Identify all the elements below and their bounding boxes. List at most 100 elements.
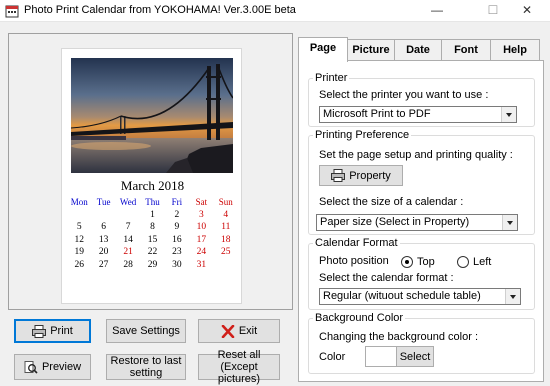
select-color-label: Select (399, 350, 431, 363)
property-button[interactable]: Property (319, 165, 403, 186)
calendar-day-cell: 9 (174, 222, 180, 232)
calendar-page-preview: March 2018 Mon Tue Wed Thu Fri Sat Sun 1 2 3 4 5 6 7 8… (61, 48, 242, 304)
calendar-format-group-label: Calendar Format (315, 237, 398, 249)
photo-position-left-radio[interactable] (457, 256, 469, 268)
print-button[interactable]: Print (14, 319, 91, 343)
weekday-header: Sun (218, 197, 233, 207)
calendar-preview-panel: March 2018 Mon Tue Wed Thu Fri Sat Sun 1 2 3 4 5 6 7 8… (8, 33, 293, 310)
reset-all-button[interactable]: Reset all (Except pictures) (198, 349, 280, 385)
printer-prompt: Select the printer you want to use : (319, 89, 489, 101)
calendar-day-cell: 30 (172, 259, 182, 270)
chevron-down-icon (505, 289, 520, 304)
page-setup-prompt: Set the page setup and printing quality … (319, 149, 513, 161)
page-tab-panel: Printer Select the printer you want to u… (298, 60, 544, 382)
tab-page[interactable]: Page (298, 37, 348, 62)
calendar-month-title: March 2018 (120, 178, 185, 193)
calendar-day-cell: 4 (223, 209, 229, 220)
calendar-day-cell (91, 210, 115, 220)
save-settings-label: Save Settings (112, 325, 180, 337)
calendar-day-cell: 6 (101, 222, 106, 232)
tab-help[interactable]: Help (490, 39, 540, 61)
magnifier-icon (24, 360, 38, 374)
photo-position-top-label: Top (417, 256, 435, 268)
calendar-day-cell (116, 210, 140, 220)
photo-position-label: Photo position (319, 255, 389, 267)
print-button-label: Print (50, 325, 73, 337)
weekday-header: Thu (145, 197, 160, 207)
printer-group-label: Printer (315, 72, 348, 84)
calendar-day-cell: 2 (174, 209, 180, 220)
restore-button-label: Restore to last setting (110, 355, 182, 379)
calendar-format-prompt: Select the calendar format : (319, 272, 454, 284)
calendar-day-cell: 25 (221, 247, 231, 257)
calendar-size-value: Paper size (Select in Property) (320, 216, 470, 228)
reset-all-button-label: Reset all (Except pictures) (217, 349, 261, 385)
photo-position-top-radio[interactable] (401, 256, 413, 268)
printer-icon (331, 169, 346, 182)
calendar-day-cell: 5 (76, 222, 82, 232)
calendar-photo[interactable] (71, 58, 233, 173)
chevron-down-icon (501, 107, 516, 122)
weekday-header: Sat (195, 197, 208, 207)
calendar-day-cell: 13 (98, 234, 109, 245)
printer-select-value: Microsoft Print to PDF (323, 108, 431, 120)
photo-position-left-label: Left (473, 256, 492, 268)
calendar-day-cell (214, 260, 238, 270)
preview-button[interactable]: Preview (14, 354, 91, 380)
calendar-size-select[interactable]: Paper size (Select in Property) (316, 214, 518, 231)
calendar-day-cell: 10 (196, 222, 207, 232)
property-button-label: Property (349, 169, 391, 182)
title-bar: Photo Print Calendar from YOKOHAMA! Ver.… (0, 0, 550, 22)
calendar-day-cell: 15 (147, 234, 158, 245)
exit-button-label: Exit (238, 325, 258, 337)
calendar-app-icon (5, 5, 19, 18)
bridge-photo-image (71, 58, 233, 173)
printer-icon (32, 324, 47, 338)
calendar-day-cell: 26 (74, 259, 84, 270)
printing-preference-group-label: Printing Preference (315, 129, 410, 141)
preview-button-label: Preview (41, 361, 82, 373)
tab-font[interactable]: Font (441, 39, 491, 61)
close-button[interactable]: ✕ (504, 0, 550, 22)
background-color-prompt: Changing the background color : (319, 331, 478, 343)
calendar-day-cell: 20 (98, 247, 109, 257)
calendar-day-cell: 17 (196, 234, 207, 245)
calendar-day-cell: 16 (172, 234, 182, 245)
weekday-header: Wed (119, 197, 137, 207)
calendar-format-value: Regular (wituout schedule table) (323, 290, 481, 302)
calendar-grid: Mon Tue Wed Thu Fri Sat Sun 1 2 3 4 5 6 7 8 9 10 11 12 13 14… (67, 197, 238, 270)
calendar-day-cell: 29 (147, 259, 158, 270)
calendar-day-cell: 23 (172, 247, 182, 257)
calendar-day-cell: 18 (221, 234, 231, 245)
calendar-day-cell: 19 (74, 247, 84, 257)
calendar-day-cell: 27 (98, 259, 109, 270)
weekday-header: Mon (70, 197, 88, 207)
calendar-day-cell: 14 (123, 234, 133, 245)
background-color-group-label: Background Color (315, 312, 404, 324)
settings-tabs: Page Picture Date Font Help (298, 37, 544, 62)
calendar-day-cell: 28 (123, 259, 133, 270)
calendar-format-select[interactable]: Regular (wituout schedule table) (319, 288, 521, 305)
calendar-day-cell: 1 (150, 209, 155, 220)
calendar-day-cell (67, 210, 91, 220)
tab-date[interactable]: Date (394, 39, 442, 61)
calendar-day-cell: 22 (147, 247, 158, 257)
restore-last-setting-button[interactable]: Restore to last setting (106, 354, 186, 380)
select-color-button[interactable]: Select (396, 346, 434, 367)
tab-picture[interactable]: Picture (347, 39, 395, 61)
calendar-day-cell: 7 (125, 222, 131, 232)
window-title: Photo Print Calendar from YOKOHAMA! Ver.… (24, 4, 296, 16)
calendar-day-cell: 3 (198, 209, 204, 220)
background-color-swatch (365, 346, 397, 367)
save-settings-button[interactable]: Save Settings (106, 319, 186, 343)
calendar-day-cell: 8 (150, 222, 155, 232)
calendar-day-cell: 31 (196, 259, 207, 270)
calendar-day-cell: 12 (74, 234, 84, 245)
minimize-button[interactable]: — (414, 0, 460, 22)
exit-button[interactable]: Exit (198, 319, 280, 343)
color-label: Color (319, 351, 346, 363)
printer-select[interactable]: Microsoft Print to PDF (319, 106, 517, 123)
red-x-icon (221, 324, 235, 338)
calendar-day-cell: 24 (196, 247, 207, 257)
weekday-header: Tue (96, 197, 111, 207)
